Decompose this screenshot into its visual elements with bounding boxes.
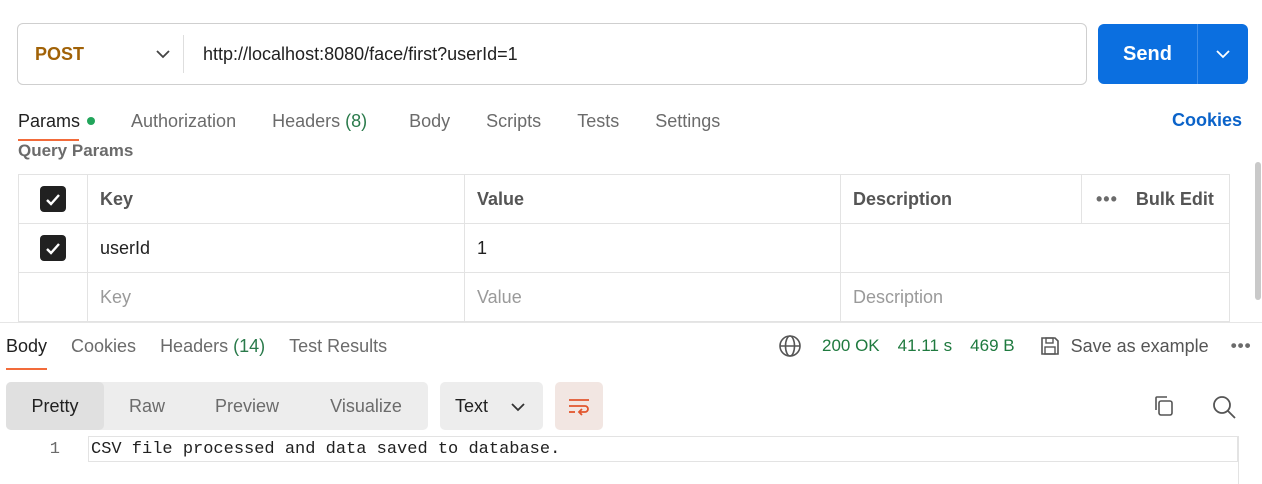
tab-response-cookies[interactable]: Cookies [71,334,136,358]
tab-scripts[interactable]: Scripts [486,108,541,134]
new-value-input[interactable]: Value [464,273,840,321]
tab-authorization[interactable]: Authorization [131,108,236,134]
param-value-input[interactable]: 1 [464,224,840,272]
tab-body[interactable]: Body [409,108,450,134]
row-check-cell [18,224,87,272]
save-as-example-label: Save as example [1070,335,1209,356]
status-code[interactable]: 200 OK [822,336,880,356]
chevron-down-icon [510,396,526,417]
tab-label: Params [18,110,81,131]
chevron-down-icon [1216,50,1230,59]
chevron-down-icon [143,49,183,59]
params-scrollbar[interactable] [1255,162,1261,300]
tab-label: Cookies [71,335,137,356]
view-raw[interactable]: Raw [104,382,190,430]
method-select[interactable]: POST [18,35,184,73]
tab-label: Body [409,110,451,131]
tab-label: Scripts [486,110,542,131]
params-active-dot [87,117,96,125]
response-size[interactable]: 469 B [970,336,1014,356]
table-row: userId 1 [18,224,1230,273]
send-options-button[interactable] [1198,24,1248,84]
column-header-key: Key [87,175,464,223]
tab-label: Body [6,335,48,356]
globe-icon[interactable] [778,334,802,358]
tab-response-body[interactable]: Body [6,334,48,370]
response-body-line: 1 CSV file processed and data saved to d… [0,436,1262,484]
new-key-input[interactable]: Key [87,273,464,321]
view-preview[interactable]: Preview [190,382,304,430]
view-mode-selector: Pretty Raw Preview Visualize [6,382,428,430]
tab-label: Settings [655,110,721,131]
format-label: Text [455,395,489,416]
response-headers-count: (14) [233,335,266,356]
more-options-icon[interactable]: ••• [1096,189,1118,210]
select-all-checkbox[interactable] [40,186,66,212]
row-checkbox[interactable] [40,235,66,261]
tab-label: Authorization [131,110,237,131]
select-all-cell [18,175,87,223]
pane-divider[interactable] [0,322,1262,323]
url-input[interactable]: http://localhost:8080/face/first?userId=… [184,44,518,65]
param-key-input[interactable]: userId [87,224,464,272]
tab-headers[interactable]: Headers (8) [272,108,367,134]
tab-response-headers[interactable]: Headers (14) [160,334,265,358]
bulk-edit-cell: ••• Bulk Edit [1081,175,1230,223]
request-tabs: Params Authorization Headers (8) Body Scr… [18,108,756,141]
more-options-icon[interactable]: ••• [1231,336,1252,356]
tab-tests[interactable]: Tests [577,108,619,134]
search-icon[interactable] [1211,394,1237,425]
query-params-title: Query Params [18,141,134,160]
copy-icon[interactable] [1152,394,1176,423]
wrap-lines-button[interactable] [555,382,603,430]
save-icon [1040,337,1059,355]
tab-test-results[interactable]: Test Results [289,334,387,358]
params-table: Key Value Description ••• Bulk Edit user… [18,174,1230,322]
column-header-value: Value [464,175,840,223]
column-header-description: Description [840,175,1081,223]
send-button-group: Send [1098,24,1248,84]
table-header-row: Key Value Description ••• Bulk Edit [18,175,1230,224]
response-body-text[interactable]: CSV file processed and data saved to dat… [88,436,1238,462]
view-pretty[interactable]: Pretty [6,382,104,430]
request-bar: POST http://localhost:8080/face/first?us… [17,23,1087,85]
tab-label: Headers [272,110,341,131]
row-check-cell [18,273,87,321]
view-visualize[interactable]: Visualize [304,382,428,430]
tab-label: Test Results [289,335,388,356]
tab-params[interactable]: Params [18,108,96,141]
format-select[interactable]: Text [440,382,543,430]
param-description-input[interactable] [840,224,1230,272]
headers-count: (8) [345,110,368,131]
table-row-empty: Key Value Description [18,273,1230,322]
tab-label: Tests [577,110,620,131]
tab-settings[interactable]: Settings [655,108,720,134]
method-label: POST [35,43,85,64]
bulk-edit-button[interactable]: Bulk Edit [1136,189,1214,210]
response-meta: 200 OK 41.11 s 469 B Save as example ••• [778,334,1252,358]
new-description-input[interactable]: Description [840,273,1230,321]
response-time[interactable]: 41.11 s [898,336,953,356]
line-number: 1 [49,439,60,459]
tab-label: Headers [160,335,229,356]
checkmark-icon [46,242,60,255]
save-as-example-button[interactable]: Save as example [1039,335,1209,357]
wrap-lines-icon [569,399,589,416]
send-button[interactable]: Send [1098,24,1198,84]
cookies-link[interactable]: Cookies [1172,110,1242,131]
editor-gutter-line [1238,436,1239,484]
checkmark-icon [46,193,60,206]
response-tabs: Body Cookies Headers (14) Test Results [6,334,411,370]
